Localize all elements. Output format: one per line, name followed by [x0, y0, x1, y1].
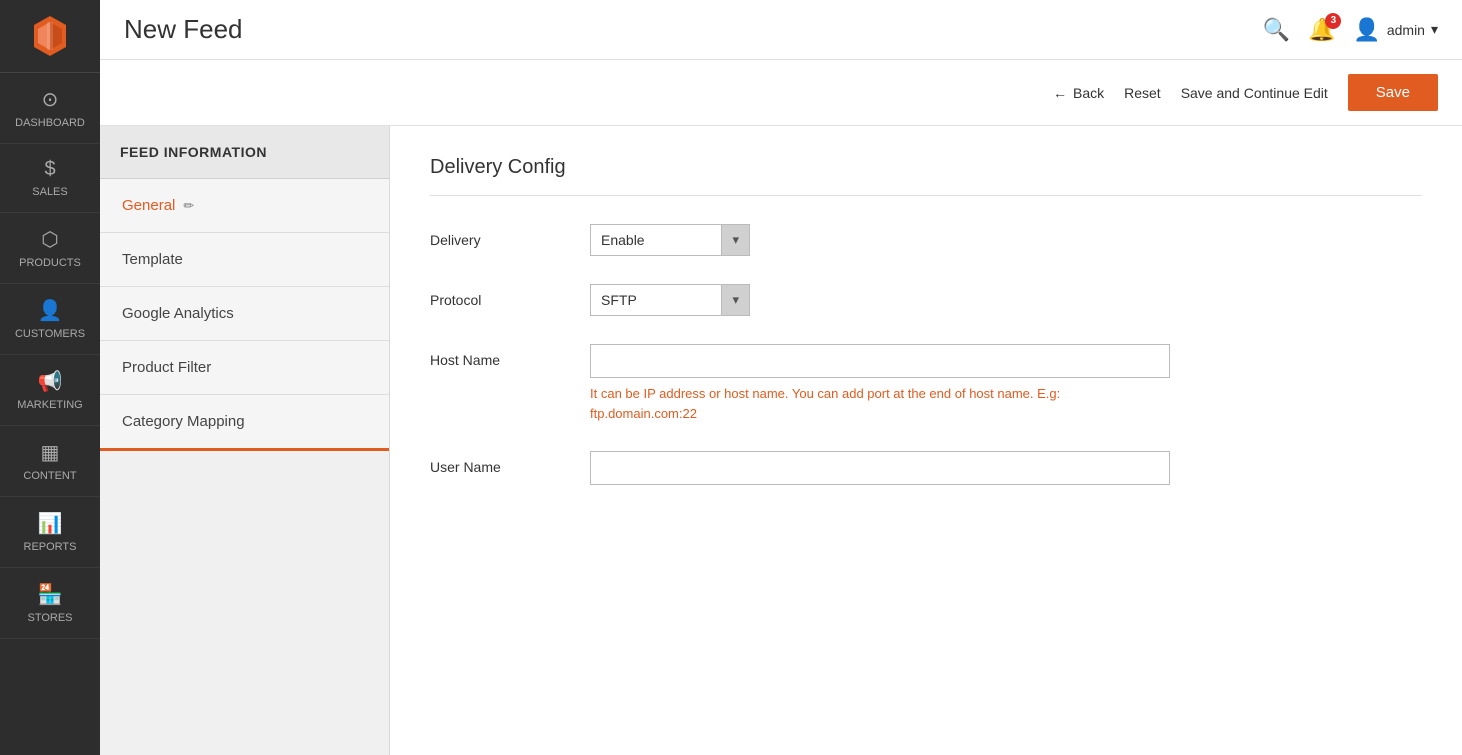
host-name-field-row: Host Name It can be IP address or host n…	[430, 344, 1422, 423]
sidebar-item-label: SALES	[32, 186, 67, 198]
user-name-field-row: User Name	[430, 451, 1422, 485]
delivery-label: Delivery	[430, 224, 590, 248]
search-icon[interactable]: 🔍	[1263, 17, 1290, 43]
nav-item-google-analytics[interactable]: Google Analytics	[100, 287, 389, 341]
nav-item-product-filter[interactable]: Product Filter	[100, 341, 389, 395]
nav-item-general-label: General	[122, 197, 175, 214]
header-icons: 🔍 🔔 3 👤 admin ▾	[1263, 17, 1438, 43]
save-continue-button[interactable]: Save and Continue Edit	[1181, 85, 1328, 101]
save-label: Save	[1376, 84, 1410, 101]
admin-avatar-icon: 👤	[1353, 17, 1380, 43]
magento-logo-icon	[28, 14, 72, 58]
section-divider	[430, 195, 1422, 196]
back-arrow-icon: ←	[1053, 85, 1067, 101]
protocol-select-value: SFTP	[591, 285, 721, 315]
sidebar-item-label: MARKETING	[17, 399, 82, 411]
sidebar-item-label: STORES	[27, 612, 72, 624]
nav-item-category-mapping-label: Category Mapping	[122, 413, 245, 430]
nav-item-template-label: Template	[122, 251, 183, 268]
delivery-select-arrow-icon[interactable]: ▾	[721, 225, 749, 255]
page-header: New Feed 🔍 🔔 3 👤 admin ▾	[100, 0, 1462, 60]
edit-icon: ✏	[183, 198, 194, 214]
right-panel: Delivery Config Delivery Enable ▾ Protoc…	[390, 126, 1462, 755]
save-continue-label: Save and Continue Edit	[1181, 85, 1328, 101]
nav-item-google-analytics-label: Google Analytics	[122, 305, 234, 322]
delivery-select[interactable]: Enable ▾	[590, 224, 750, 256]
back-label: Back	[1073, 85, 1104, 101]
feed-info-header: FEED INFORMATION	[100, 126, 389, 179]
delivery-control: Enable ▾	[590, 224, 1422, 256]
admin-menu-button[interactable]: 👤 admin ▾	[1353, 17, 1438, 43]
delivery-select-value: Enable	[591, 225, 721, 255]
host-name-label: Host Name	[430, 344, 590, 368]
notification-button[interactable]: 🔔 3	[1308, 17, 1335, 43]
back-button[interactable]: ← Back	[1053, 85, 1104, 101]
host-name-help-text: It can be IP address or host name. You c…	[590, 384, 1170, 423]
sidebar-item-label: CONTENT	[23, 470, 76, 482]
protocol-control: SFTP ▾	[590, 284, 1422, 316]
sidebar-item-label: PRODUCTS	[19, 257, 81, 269]
nav-item-product-filter-label: Product Filter	[122, 359, 211, 376]
products-icon: ⬡	[41, 227, 58, 252]
host-name-input[interactable]	[590, 344, 1170, 378]
sidebar-item-products[interactable]: ⬡ PRODUCTS	[0, 213, 100, 284]
protocol-select-arrow-icon[interactable]: ▾	[721, 285, 749, 315]
marketing-icon: 📢	[38, 369, 63, 394]
save-button[interactable]: Save	[1348, 74, 1438, 111]
host-name-control: It can be IP address or host name. You c…	[590, 344, 1422, 423]
delivery-field-row: Delivery Enable ▾	[430, 224, 1422, 256]
nav-item-template[interactable]: Template	[100, 233, 389, 287]
sidebar-item-label: DASHBOARD	[15, 117, 85, 129]
sidebar-item-customers[interactable]: 👤 CUSTOMERS	[0, 284, 100, 355]
user-name-control	[590, 451, 1422, 485]
sidebar: ⊙ DASHBOARD $ SALES ⬡ PRODUCTS 👤 CUSTOME…	[0, 0, 100, 755]
sidebar-item-dashboard[interactable]: ⊙ DASHBOARD	[0, 73, 100, 144]
sidebar-item-marketing[interactable]: 📢 MARKETING	[0, 355, 100, 426]
protocol-field-row: Protocol SFTP ▾	[430, 284, 1422, 316]
customers-icon: 👤	[38, 298, 63, 323]
reset-button[interactable]: Reset	[1124, 85, 1161, 101]
notification-badge: 3	[1325, 13, 1341, 29]
admin-label: admin	[1387, 22, 1425, 38]
stores-icon: 🏪	[38, 582, 63, 607]
user-name-label: User Name	[430, 451, 590, 475]
content-icon: ▦	[41, 440, 60, 465]
sidebar-item-content[interactable]: ▦ CONTENT	[0, 426, 100, 497]
nav-item-general[interactable]: General ✏	[100, 179, 389, 233]
user-name-input[interactable]	[590, 451, 1170, 485]
sidebar-item-stores[interactable]: 🏪 STORES	[0, 568, 100, 639]
content-area: FEED INFORMATION General ✏ Template Goog…	[100, 126, 1462, 755]
sidebar-item-label: REPORTS	[24, 541, 77, 553]
protocol-label: Protocol	[430, 284, 590, 308]
sidebar-item-sales[interactable]: $ SALES	[0, 144, 100, 213]
protocol-select[interactable]: SFTP ▾	[590, 284, 750, 316]
page-title: New Feed	[124, 14, 243, 45]
sidebar-item-reports[interactable]: 📊 REPORTS	[0, 497, 100, 568]
section-title: Delivery Config	[430, 156, 1422, 179]
reports-icon: 📊	[38, 511, 63, 536]
chevron-down-icon: ▾	[1431, 21, 1438, 38]
main-area: New Feed 🔍 🔔 3 👤 admin ▾ ← Back Reset Sa…	[100, 0, 1462, 755]
sales-icon: $	[44, 158, 55, 181]
dashboard-icon: ⊙	[42, 87, 59, 112]
reset-label: Reset	[1124, 85, 1161, 101]
nav-item-category-mapping[interactable]: Category Mapping	[100, 395, 389, 451]
sidebar-logo	[0, 0, 100, 73]
action-bar: ← Back Reset Save and Continue Edit Save	[100, 60, 1462, 126]
left-panel: FEED INFORMATION General ✏ Template Goog…	[100, 126, 390, 755]
sidebar-item-label: CUSTOMERS	[15, 328, 85, 340]
